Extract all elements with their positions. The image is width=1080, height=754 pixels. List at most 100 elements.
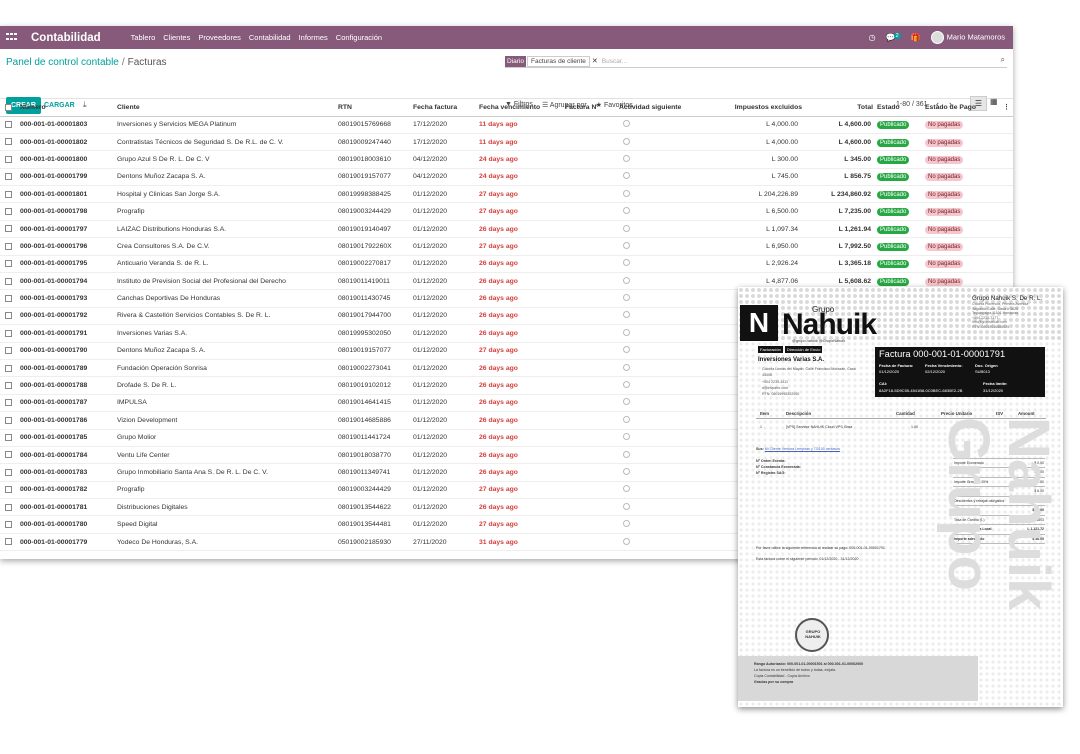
cell-fecha-vencimiento: 26 days ago	[479, 255, 565, 274]
payment-reference: Por favor utilice la siguiente referenci…	[756, 546, 885, 550]
row-checkbox[interactable]	[5, 277, 12, 285]
activity-icon[interactable]	[623, 363, 630, 371]
row-checkbox[interactable]	[5, 329, 12, 337]
row-checkbox[interactable]	[5, 538, 12, 546]
menu-tablero[interactable]: Tablero	[131, 33, 156, 42]
cell-numero: 000-001-01-00001800	[20, 150, 117, 169]
cell-numero: 000-001-01-00001783	[20, 463, 117, 482]
activity-icon[interactable]	[623, 294, 630, 302]
activity-icon[interactable]	[623, 311, 630, 319]
search-facet-value: Facturas de cliente	[526, 55, 590, 67]
activity-icon[interactable]	[623, 259, 630, 267]
search-bar[interactable]: Diario Facturas de cliente ✕ Buscar... ⌕	[505, 55, 1007, 68]
col-fecha-factura[interactable]: Fecha factura	[413, 99, 479, 117]
activity-icon[interactable]	[623, 224, 630, 232]
activity-icon[interactable]	[623, 433, 630, 441]
menu-informes[interactable]: Informes	[299, 33, 328, 42]
row-checkbox[interactable]	[5, 190, 12, 198]
col-impuestos[interactable]: Impuestos excluidos	[709, 99, 802, 117]
activity-icon[interactable]	[623, 502, 630, 510]
activity-icon[interactable]	[623, 276, 630, 284]
menu-contabilidad[interactable]: Contabilidad	[249, 33, 291, 42]
col-estado-pago[interactable]: Estado de Pago	[925, 99, 1003, 117]
row-checkbox[interactable]	[5, 503, 12, 511]
row-checkbox[interactable]	[5, 434, 12, 442]
table-row[interactable]: 000-001-01-00001798 Prografip 080190032444…	[0, 202, 1013, 221]
row-checkbox[interactable]	[5, 173, 12, 181]
facet-remove-icon[interactable]: ✕	[592, 57, 598, 65]
row-checkbox[interactable]	[5, 242, 12, 250]
activity-icon[interactable]	[623, 485, 630, 493]
row-checkbox[interactable]	[5, 381, 12, 389]
row-checkbox[interactable]	[5, 121, 12, 129]
activity-icon[interactable]	[623, 450, 630, 458]
cell-factura-no	[565, 359, 619, 378]
chat-icon[interactable]: 💬2	[886, 33, 901, 42]
table-row[interactable]: 000-001-01-00001796 Crea Consultores S.A.…	[0, 237, 1013, 256]
col-cliente[interactable]: Cliente	[117, 99, 338, 117]
activity-icon[interactable]	[623, 328, 630, 336]
cell-impuestos: L 745.00	[709, 168, 802, 187]
gift-icon[interactable]: 🎁	[911, 33, 921, 42]
row-checkbox[interactable]	[5, 486, 12, 494]
menu-proveedores[interactable]: Proveedores	[198, 33, 241, 42]
activity-icon[interactable]	[623, 346, 630, 354]
table-row[interactable]: 000-001-01-00001802 Contratistas Técnicos…	[0, 133, 1013, 152]
row-checkbox[interactable]	[5, 208, 12, 215]
activity-icon[interactable]	[623, 172, 630, 180]
table-row[interactable]: 000-001-01-00001795 Anticuario Veranda S.…	[0, 255, 1013, 274]
search-icon[interactable]: ⌕	[1001, 55, 1005, 65]
col-rtn[interactable]: RTN	[338, 99, 413, 117]
activity-icon[interactable]	[623, 520, 630, 528]
row-checkbox[interactable]	[5, 468, 12, 476]
row-checkbox[interactable]	[5, 399, 12, 407]
activity-icon[interactable]	[623, 154, 630, 162]
activity-icon[interactable]	[623, 468, 630, 475]
row-checkbox[interactable]	[5, 155, 12, 163]
row-checkbox[interactable]	[5, 451, 12, 459]
col-total[interactable]: Total	[802, 99, 873, 117]
optional-columns-icon[interactable]: ⋮	[1003, 99, 1013, 117]
row-checkbox[interactable]	[5, 347, 12, 355]
table-row[interactable]: 000-001-01-00001799 Dentons Muñoz Zacapa …	[0, 168, 1013, 187]
table-row[interactable]: 000-001-01-00001801 Hospital y Clinicas S…	[0, 185, 1013, 204]
table-row[interactable]: 000-001-01-00001800 Grupo Azul S De R. L.…	[0, 150, 1013, 169]
cell-numero: 000-001-01-00001784	[20, 446, 117, 465]
activity-icon[interactable]	[623, 241, 630, 249]
cell-factura-no	[565, 394, 619, 413]
col-factura-no[interactable]: Factura Nº	[565, 99, 619, 117]
apps-grid-icon[interactable]	[6, 33, 17, 42]
col-numero[interactable]: Número	[20, 99, 117, 117]
col-fecha-vencimiento[interactable]: Fecha vencimiento	[479, 99, 565, 117]
table-row[interactable]: 000-001-01-00001803 Inversiones y Servici…	[0, 116, 1013, 134]
user-menu[interactable]: Mario Matamoros	[930, 31, 1005, 44]
breadcrumb-parent[interactable]: Panel de control contable	[6, 57, 119, 68]
cell-numero: 000-001-01-00001782	[20, 481, 117, 500]
menu-configuracion[interactable]: Configuración	[336, 33, 382, 42]
menu-clientes[interactable]: Clientes	[163, 33, 190, 42]
activity-icon[interactable]	[623, 120, 630, 128]
activity-icon[interactable]	[623, 137, 630, 145]
activity-icon[interactable]	[623, 415, 630, 423]
activity-icon[interactable]	[623, 207, 630, 215]
activity-icon[interactable]	[623, 381, 630, 389]
row-checkbox[interactable]	[5, 416, 12, 424]
search-input[interactable]: Buscar...	[602, 58, 627, 65]
col-estado[interactable]: Estado	[873, 99, 925, 117]
row-checkbox[interactable]	[5, 521, 12, 529]
activity-icon[interactable]	[623, 537, 630, 545]
row-checkbox[interactable]	[5, 225, 12, 233]
row-checkbox[interactable]	[5, 312, 12, 320]
row-checkbox[interactable]	[5, 138, 12, 146]
activity-icon[interactable]	[623, 189, 630, 197]
clock-icon[interactable]: ◷	[869, 33, 876, 42]
address-tags: Facturación Dirección de Envío	[758, 346, 824, 353]
activity-icon[interactable]	[623, 398, 630, 406]
row-checkbox[interactable]	[5, 294, 12, 302]
app-name[interactable]: Contabilidad	[31, 32, 101, 44]
col-actividad[interactable]: Actividad siguiente	[619, 99, 709, 117]
row-checkbox[interactable]	[5, 364, 12, 372]
table-row[interactable]: 000-001-01-00001797 LAIZAC Distributions …	[0, 220, 1013, 239]
row-checkbox[interactable]	[5, 260, 12, 268]
select-all-checkbox[interactable]	[5, 103, 12, 111]
